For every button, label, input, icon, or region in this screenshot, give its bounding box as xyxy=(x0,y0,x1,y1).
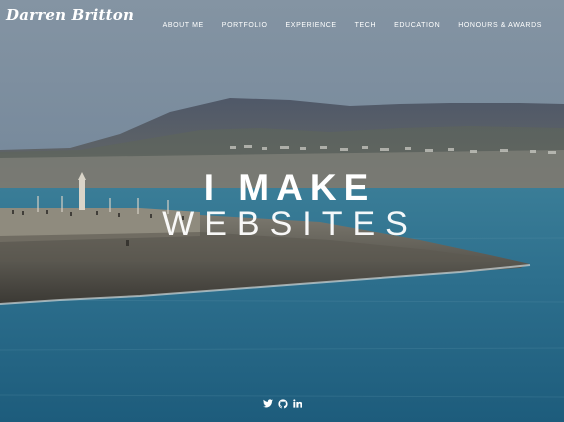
nav-item: EXPERIENCE xyxy=(286,12,337,31)
twitter-icon xyxy=(262,399,273,408)
hero-headline: I MAKE WEBSITES xyxy=(0,166,564,244)
nav-item: HONOURS & AWARDS xyxy=(458,12,542,31)
github-link[interactable] xyxy=(277,398,288,409)
nav-link-experience[interactable]: EXPERIENCE xyxy=(286,22,337,29)
brand-logo[interactable]: Darren Britton xyxy=(6,6,134,24)
nav-item: PORTFOLIO xyxy=(222,12,268,31)
nav-item: ABOUT ME xyxy=(163,12,204,31)
nav-link-honours-awards[interactable]: HONOURS & AWARDS xyxy=(458,22,542,29)
linkedin-icon xyxy=(293,399,302,408)
social-links xyxy=(262,398,303,409)
headline-sub: WEBSITES xyxy=(162,205,418,243)
nav-link-education[interactable]: EDUCATION xyxy=(394,22,440,29)
nav-item: TECH xyxy=(355,12,376,31)
nav-link-tech[interactable]: TECH xyxy=(355,22,376,29)
github-icon xyxy=(277,398,288,408)
nav-link-about-me[interactable]: ABOUT ME xyxy=(163,22,204,29)
linkedin-link[interactable] xyxy=(292,398,303,409)
hero-section: Darren Britton ABOUT ME PORTFOLIO EXPERI… xyxy=(0,0,564,422)
top-navigation: Darren Britton ABOUT ME PORTFOLIO EXPERI… xyxy=(0,0,564,34)
nav-item: EDUCATION xyxy=(394,12,440,31)
twitter-link[interactable] xyxy=(262,398,273,409)
nav-link-portfolio[interactable]: PORTFOLIO xyxy=(222,22,268,29)
nav-menu: ABOUT ME PORTFOLIO EXPERIENCE TECH EDUCA… xyxy=(163,12,542,31)
